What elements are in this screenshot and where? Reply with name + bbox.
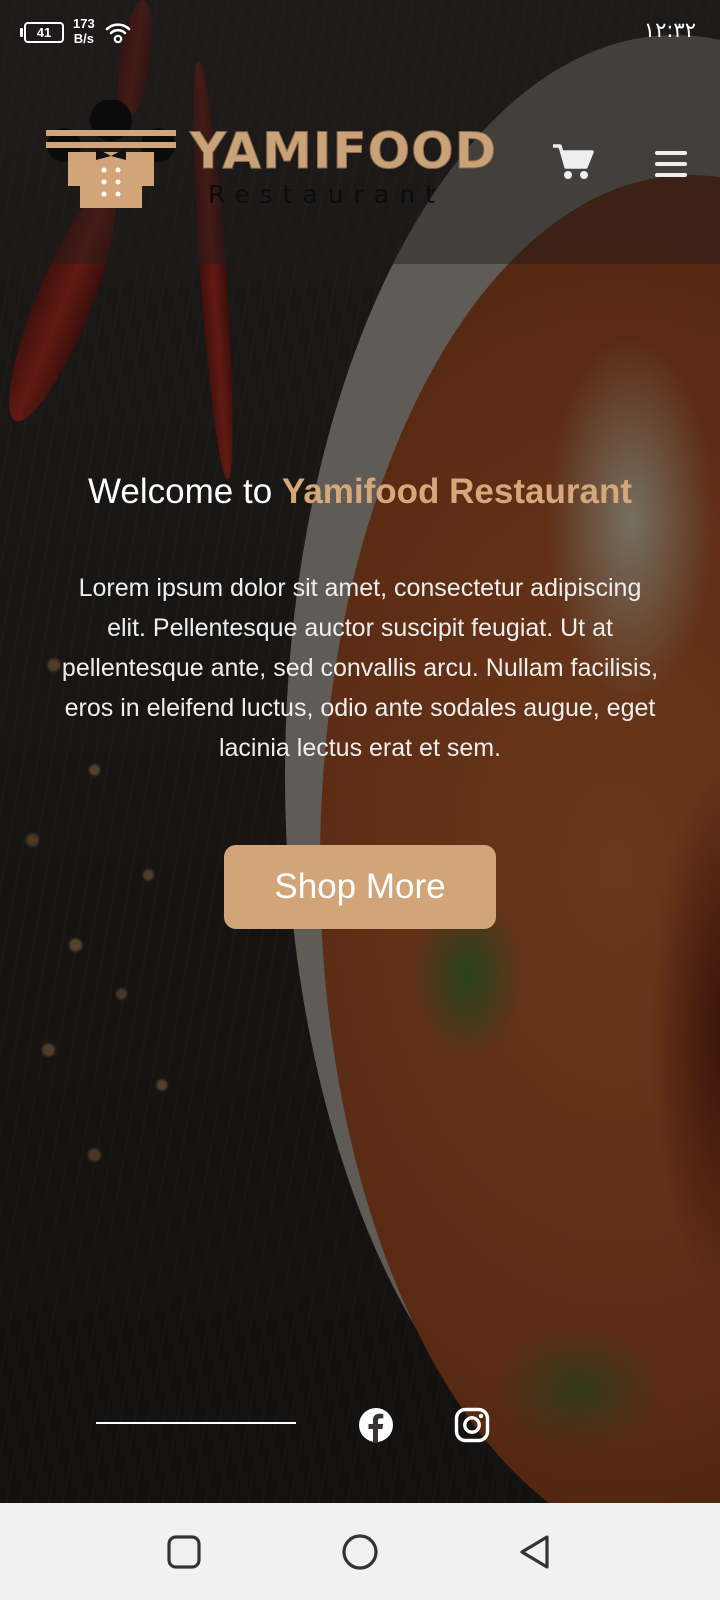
system-navigation-bar (0, 1503, 720, 1600)
welcome-restaurant-name: Yamifood Restaurant (281, 472, 632, 511)
hamburger-menu-icon[interactable] (653, 148, 689, 180)
home-icon[interactable] (340, 1532, 380, 1572)
instagram-icon[interactable] (454, 1407, 490, 1443)
hero-description: Lorem ipsum dolor sit amet, consectetur … (61, 574, 659, 762)
brand-name: YAMIFOOD (189, 122, 498, 181)
back-icon[interactable] (516, 1532, 556, 1572)
brand-logo[interactable]: YAMIFOOD Restaurant (46, 100, 497, 210)
recent-apps-icon[interactable] (164, 1532, 204, 1572)
battery-indicator: 41 (20, 22, 64, 43)
status-bar: 41 173 B/s ١٢:٣٢ (0, 0, 720, 64)
clock: ١٢:٣٢ (643, 18, 696, 42)
cart-icon[interactable] (552, 143, 594, 181)
welcome-heading: Welcome to Yamifood Restaurant (0, 472, 720, 512)
wifi-icon (105, 23, 131, 44)
network-speed-value: 173 (73, 16, 95, 31)
divider-line (96, 1422, 296, 1424)
chef-logo-icon (46, 100, 176, 208)
welcome-prefix: Welcome to (88, 472, 273, 511)
network-speed: 173 B/s (73, 16, 95, 46)
facebook-icon[interactable] (358, 1407, 394, 1443)
shop-more-button[interactable]: Shop More (224, 845, 496, 929)
network-speed-unit: B/s (73, 31, 94, 46)
brand-subtitle: Restaurant (208, 180, 445, 209)
